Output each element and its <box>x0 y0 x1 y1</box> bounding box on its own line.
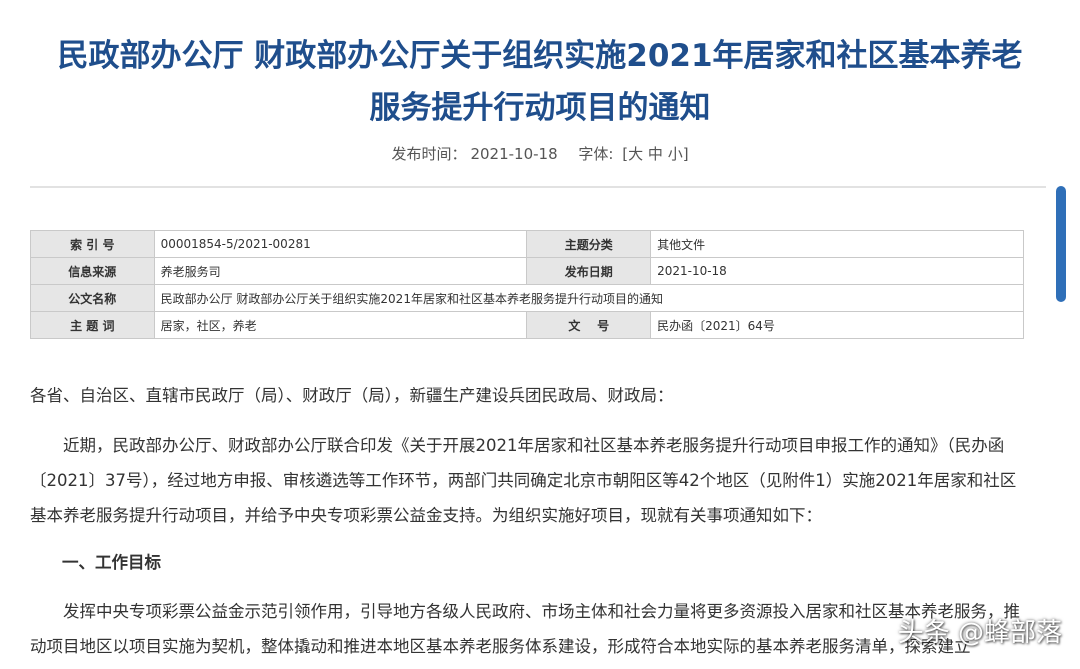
font-size-medium[interactable]: 中 <box>648 145 663 163</box>
scrollbar-thumb[interactable] <box>1056 186 1066 302</box>
subject-category-value: 其他文件 <box>650 230 1024 258</box>
table-row: 公文名称 民政部办公厅 财政部办公厅关于组织实施2021年居家和社区基本养老服务… <box>30 284 1025 312</box>
watermark: 头条 @蜂部落 <box>897 618 1062 648</box>
source-value: 养老服务司 <box>153 257 528 285</box>
font-size-controls: [大 中 小] <box>622 145 688 163</box>
article-title: 民政部办公厅 财政部办公厅关于组织实施2021年居家和社区基本养老 服务提升行动… <box>0 30 1080 134</box>
section-heading-goals: 一、工作目标 <box>62 553 161 572</box>
document-info-table: 索 引 号 00001854-5/2021-00281 主题分类 其他文件 信息… <box>30 230 1025 339</box>
publish-date: 2021-10-18 <box>470 145 558 163</box>
index-number-label: 索 引 号 <box>30 230 155 258</box>
release-date-value: 2021-10-18 <box>650 257 1024 285</box>
title-line-2: 服务提升行动项目的通知 <box>369 90 711 126</box>
header-divider <box>30 186 1046 188</box>
table-row: 主 题 词 居家，社区，养老 文 号 民办函〔2021〕64号 <box>30 311 1024 339</box>
release-date-label: 发布日期 <box>526 257 652 285</box>
table-row: 索 引 号 00001854-5/2021-00281 主题分类 其他文件 <box>30 230 1024 258</box>
document-name-value: 民政部办公厅 财政部办公厅关于组织实施2021年居家和社区基本养老服务提升行动项… <box>153 284 1025 312</box>
article-meta: 发布时间： 2021-10-18 字体: [大 中 小] <box>0 143 1080 164</box>
paragraph-goals: 发挥中央专项彩票公益金示范引领作用，引导地方各级人民政府、市场主体和社会力量将更… <box>30 602 1020 656</box>
font-size-label: 字体: <box>578 145 614 163</box>
source-label: 信息来源 <box>30 257 155 285</box>
title-line-1: 民政部办公厅 财政部办公厅关于组织实施2021年居家和社区基本养老 <box>57 38 1023 74</box>
salutation: 各省、自治区、直辖市民政厅（局）、财政厅（局），新疆生产建设兵团民政局、财政局： <box>30 386 674 405</box>
table-row: 信息来源 养老服务司 发布日期 2021-10-18 <box>30 257 1024 285</box>
paragraph-intro: 近期，民政部办公厅、财政部办公厅联合印发《关于开展2021年居家和社区基本养老服… <box>30 436 1017 525</box>
index-number-value: 00001854-5/2021-00281 <box>153 230 528 258</box>
document-name-label: 公文名称 <box>30 284 155 312</box>
font-size-small[interactable]: 小] <box>668 145 689 163</box>
keywords-label: 主 题 词 <box>30 311 155 339</box>
font-size-large[interactable]: [大 <box>622 145 643 163</box>
subject-category-label: 主题分类 <box>526 230 652 258</box>
keywords-value: 居家，社区，养老 <box>153 311 528 339</box>
publish-label: 发布时间： <box>391 145 467 163</box>
document-number-value: 民办函〔2021〕64号 <box>650 311 1024 339</box>
document-number-label: 文 号 <box>526 311 652 339</box>
